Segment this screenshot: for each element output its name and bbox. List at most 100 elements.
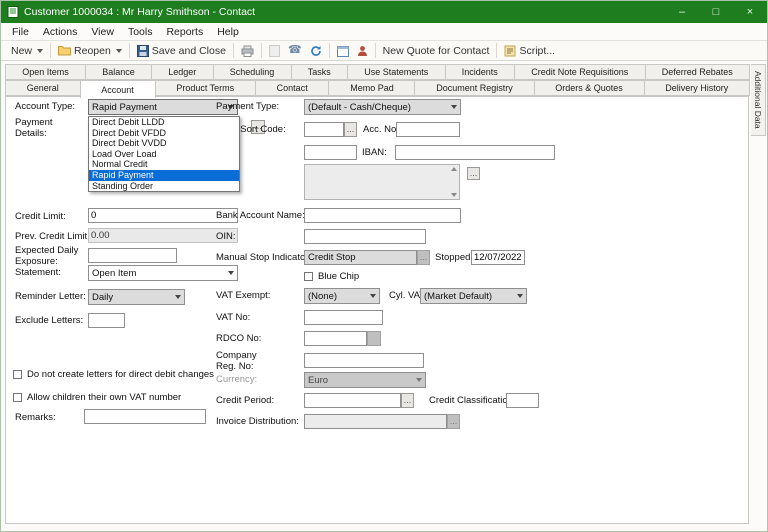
menu-help[interactable]: Help: [210, 25, 246, 39]
refresh-icon: [310, 45, 322, 57]
tab-additional-data[interactable]: Additional Data: [751, 64, 766, 136]
calendar-button[interactable]: [333, 44, 353, 58]
refresh-button[interactable]: [306, 44, 326, 58]
minimize-button[interactable]: –: [665, 1, 699, 23]
tab-tasks[interactable]: Tasks: [291, 64, 348, 80]
tab-credit-note-requisitions[interactable]: Credit Note Requisitions: [514, 64, 646, 80]
close-button[interactable]: ×: [733, 1, 767, 23]
bank-address-textarea: [304, 164, 460, 200]
remarks-label: Remarks:: [15, 413, 56, 424]
bank-sort-code-input[interactable]: [304, 122, 344, 137]
textarea-scrollbar[interactable]: [449, 165, 459, 199]
iban-label: IBAN:: [362, 148, 387, 159]
bank-address-ellipsis-button[interactable]: …: [467, 167, 480, 180]
person-icon: [357, 45, 368, 57]
tab-balance[interactable]: Balance: [85, 64, 152, 80]
iban-input[interactable]: [395, 145, 555, 160]
menu-reports[interactable]: Reports: [159, 25, 210, 39]
scroll-up-icon[interactable]: [451, 167, 457, 171]
tab-scheduling[interactable]: Scheduling: [213, 64, 292, 80]
toolbar-separator: [233, 43, 234, 58]
script-button[interactable]: Script...: [500, 44, 559, 58]
contact-button[interactable]: [353, 44, 372, 58]
maximize-button[interactable]: □: [699, 1, 733, 23]
title-bar: Customer 1000034 : Mr Harry Smithson - C…: [1, 1, 767, 23]
option-direct-debit-vfdd[interactable]: Direct Debit VFDD: [89, 128, 239, 139]
tab-open-items[interactable]: Open Items: [5, 64, 86, 80]
new-button[interactable]: New: [7, 44, 47, 58]
exclude-letters-input[interactable]: [88, 313, 125, 328]
credit-period-input[interactable]: [304, 393, 401, 408]
tab-ledger[interactable]: Ledger: [151, 64, 214, 80]
bank-sort-code-ellipsis-button[interactable]: …: [344, 122, 357, 137]
statement-label: Statement:: [15, 268, 61, 279]
payment-details-label: Payment Details:: [15, 118, 53, 139]
rdco-no-input[interactable]: [304, 331, 367, 346]
tab-use-statements[interactable]: Use Statements: [347, 64, 446, 80]
save-and-close-button[interactable]: Save and Close: [133, 44, 230, 58]
tab-general[interactable]: General: [5, 80, 81, 96]
blue-chip-checkbox[interactable]: [304, 272, 313, 281]
payment-type-combo[interactable]: (Default - Cash/Cheque): [304, 99, 461, 115]
payment-type-label: Payment Type:: [216, 102, 279, 113]
additional-data-label: Additional Data: [753, 71, 763, 129]
menu-tools[interactable]: Tools: [121, 25, 160, 39]
vat-children-checkbox[interactable]: [13, 393, 22, 402]
tab-memo-pad[interactable]: Memo Pad: [328, 80, 415, 96]
tab-deferred-rebates[interactable]: Deferred Rebates: [645, 64, 751, 80]
menu-file[interactable]: File: [5, 25, 36, 39]
credit-classification-input[interactable]: [506, 393, 539, 408]
expected-daily-exposure-input[interactable]: [88, 248, 177, 263]
blue-chip-label: Blue Chip: [318, 272, 359, 283]
credit-limit-label: Credit Limit:: [15, 212, 66, 223]
phone-button[interactable]: ☎: [284, 44, 306, 57]
manual-stop-indicator-value: Credit Stop: [308, 252, 356, 263]
option-rapid-payment[interactable]: Rapid Payment: [89, 170, 239, 181]
chevron-down-icon: [416, 378, 422, 382]
remarks-input[interactable]: [84, 409, 206, 424]
print-button[interactable]: [237, 44, 258, 58]
tab-orders-quotes[interactable]: Orders & Quotes: [534, 80, 645, 96]
tab-document-registry[interactable]: Document Registry: [414, 80, 534, 96]
cyl-vat-combo[interactable]: (Market Default): [420, 288, 527, 304]
scroll-down-icon[interactable]: [451, 193, 457, 197]
acc-no-input[interactable]: [396, 122, 460, 137]
reopen-button[interactable]: Reopen: [54, 44, 126, 58]
chevron-down-icon: [228, 271, 234, 275]
company-reg-no-input[interactable]: [304, 353, 424, 368]
vat-exempt-combo[interactable]: (None): [304, 288, 380, 304]
credit-period-ellipsis-button[interactable]: …: [401, 393, 414, 408]
email-button-disabled: [265, 44, 284, 58]
menu-view[interactable]: View: [84, 25, 121, 39]
credit-classification-label: Credit Classification:: [429, 396, 516, 407]
tab-product-terms[interactable]: Product Terms: [155, 80, 256, 96]
currency-value: Euro: [308, 375, 328, 386]
reminder-letter-combo[interactable]: Daily: [88, 289, 185, 305]
option-normal-credit[interactable]: Normal Credit: [89, 159, 239, 170]
dd-letters-checkbox[interactable]: [13, 370, 22, 379]
chevron-down-icon: [451, 105, 457, 109]
toolbar-separator: [129, 43, 130, 58]
document-icon: [269, 45, 280, 57]
tab-delivery-history[interactable]: Delivery History: [644, 80, 751, 96]
option-direct-debit-lldd[interactable]: Direct Debit LLDD: [89, 117, 239, 128]
new-quote-for-contact-button[interactable]: New Quote for Contact: [379, 44, 494, 58]
calendar-icon: [337, 45, 349, 57]
toolbar-separator: [261, 43, 262, 58]
menu-actions[interactable]: Actions: [36, 25, 84, 39]
tab-account[interactable]: Account: [80, 80, 156, 98]
bic-input[interactable]: [304, 145, 357, 160]
tab-incidents[interactable]: Incidents: [445, 64, 516, 80]
vat-no-input[interactable]: [304, 310, 383, 325]
statement-combo[interactable]: Open Item: [88, 265, 238, 281]
reminder-letter-label: Reminder Letter:: [15, 292, 86, 303]
bank-account-name-input[interactable]: [304, 208, 461, 223]
option-load-over-load[interactable]: Load Over Load: [89, 149, 239, 160]
option-standing-order[interactable]: Standing Order: [89, 181, 239, 192]
tab-contact[interactable]: Contact: [255, 80, 330, 96]
new-button-label: New: [11, 45, 32, 57]
account-type-listbox: Direct Debit LLDDDirect Debit VFDDDirect…: [88, 116, 240, 192]
oin-input[interactable]: [304, 229, 426, 244]
company-reg-no-label: Company Reg. No:: [216, 351, 257, 372]
option-direct-debit-vvdd[interactable]: Direct Debit VVDD: [89, 138, 239, 149]
